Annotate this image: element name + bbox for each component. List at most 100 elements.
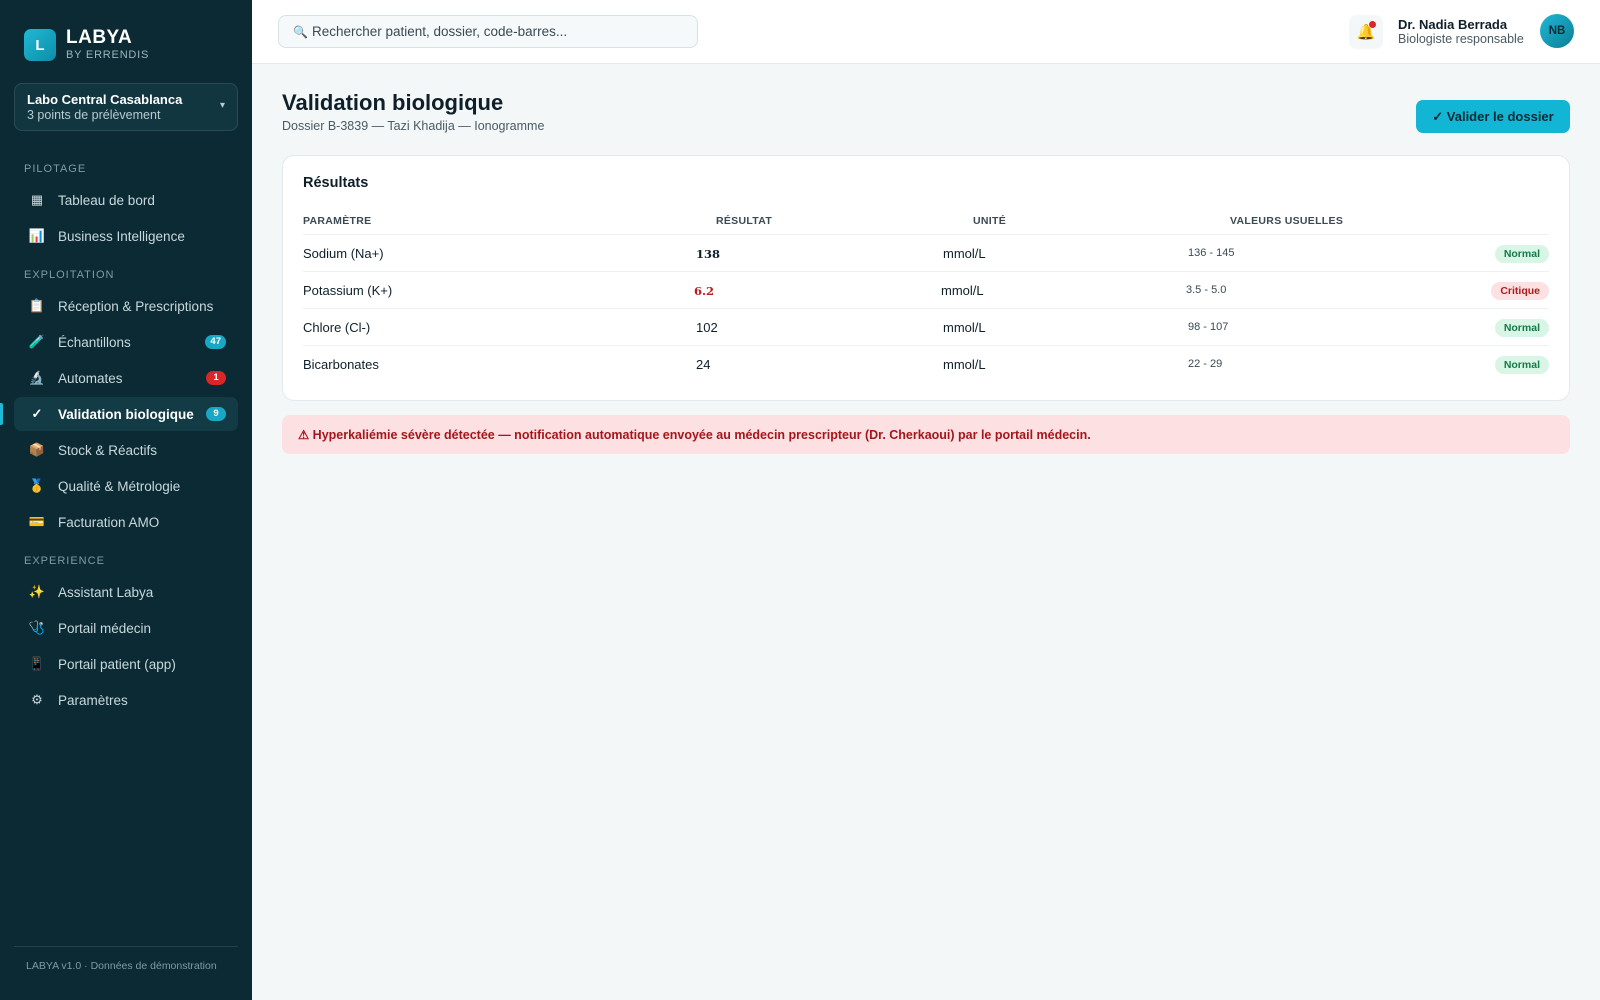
box-icon: 📦 — [28, 442, 46, 457]
user-info[interactable]: Dr. Nadia Berrada Biologiste responsable — [1398, 17, 1524, 47]
sidebar-item-label: Portail patient (app) — [58, 656, 176, 672]
result-cell: 24 — [696, 357, 711, 372]
lab-name: Labo Central Casablanca — [27, 92, 183, 107]
sidebar-item-validation-biologique[interactable]: ✓ Validation biologique 9 — [14, 397, 238, 431]
results-card: Résultats PARAMÈTRE RÉSULTAT UNITÉ VALEU… — [282, 155, 1570, 401]
grid-icon: ▦ — [30, 192, 44, 207]
logo-icon: L — [24, 29, 56, 61]
sidebar-item-echantillons[interactable]: 🧪 Échantillons 47 — [14, 325, 238, 359]
chevron-down-icon: ▾ — [219, 100, 225, 111]
unit-cell: mmol/L — [941, 283, 984, 298]
phone-icon: 📱 — [28, 656, 46, 671]
unit-cell: mmol/L — [943, 246, 986, 261]
microscope-icon: 🔬 — [28, 370, 46, 385]
ref-cell: 3.5 - 5.0 — [1186, 284, 1227, 296]
sidebar-footer: LABYA v1.0 · Données de démonstration — [26, 960, 217, 972]
section-experience: EXPERIENCE — [24, 555, 105, 567]
table-row[interactable]: Bicarbonates 24 mmol/L 22 - 29 Normal — [303, 345, 1549, 382]
sidebar-item-portail-patient[interactable]: 📱 Portail patient (app) — [14, 647, 238, 681]
user-name: Dr. Nadia Berrada — [1398, 17, 1508, 32]
param-cell: Bicarbonates — [303, 357, 379, 372]
results-title: Résultats — [303, 175, 369, 191]
active-indicator — [0, 403, 3, 425]
sidebar-item-label: Qualité & Métrologie — [58, 478, 181, 494]
topbar: 🔍 Rechercher patient, dossier, code-barr… — [252, 0, 1600, 64]
sidebar-item-label: Business Intelligence — [58, 228, 185, 244]
sidebar-item-business-intelligence[interactable]: 📊 Business Intelligence — [14, 219, 238, 253]
hyperkalemia-alert: ⚠ Hyperkaliémie sévère détectée — notifi… — [282, 415, 1570, 454]
sidebar-item-label: Portail médecin — [58, 620, 152, 636]
brand-subtitle: BY ERRENDIS — [66, 49, 150, 61]
ref-cell: 22 - 29 — [1188, 358, 1223, 370]
sidebar-item-reception[interactable]: 📋 Réception & Prescriptions — [14, 289, 238, 323]
count-badge: 47 — [205, 335, 226, 349]
ref-cell: 98 - 107 — [1188, 321, 1229, 333]
header-unite: UNITÉ — [973, 215, 1006, 227]
check-icon: ✓ — [31, 406, 43, 421]
gear-icon: ⚙ — [31, 692, 43, 707]
lab-selector[interactable]: Labo Central Casablanca 3 points de prél… — [14, 83, 238, 131]
sparkles-icon: ✨ — [28, 584, 46, 599]
sidebar-item-qualite[interactable]: 🥇 Qualité & Métrologie — [14, 469, 238, 503]
sidebar-item-label: Paramètres — [58, 692, 128, 708]
sidebar-item-facturation[interactable]: 💳 Facturation AMO — [14, 505, 238, 539]
status-badge: Normal — [1494, 319, 1549, 337]
chart-icon: 📊 — [28, 228, 46, 243]
sidebar-item-label: Validation biologique — [58, 406, 194, 422]
sidebar-item-automates[interactable]: 🔬 Automates 1 — [14, 361, 238, 395]
sidebar-item-label: Tableau de bord — [58, 192, 155, 208]
status-badge: Critique — [1491, 282, 1549, 300]
sidebar: L LABYA BY ERRENDIS Labo Central Casabla… — [0, 0, 252, 1000]
search-icon: 🔍 — [293, 24, 308, 39]
notification-dot — [1369, 21, 1376, 28]
medal-icon: 🥇 — [28, 478, 46, 493]
unit-cell: mmol/L — [943, 357, 986, 372]
table-row[interactable]: Sodium (Na+) 138 mmol/L 136 - 145 Normal — [303, 234, 1549, 271]
sidebar-divider — [14, 946, 238, 947]
search-placeholder: Rechercher patient, dossier, code-barres… — [311, 24, 568, 39]
result-cell: 6.2 — [694, 284, 715, 298]
card-icon: 💳 — [28, 514, 46, 529]
test-tube-icon: 🧪 — [28, 334, 46, 349]
param-cell: Sodium (Na+) — [303, 246, 384, 261]
status-badge: Normal — [1494, 245, 1549, 263]
sidebar-item-label: Réception & Prescriptions — [58, 298, 214, 314]
ref-cell: 136 - 145 — [1188, 247, 1235, 259]
result-cell: 102 — [696, 320, 718, 335]
section-pilotage: PILOTAGE — [24, 163, 87, 175]
notifications-button[interactable]: 🔔 — [1349, 15, 1383, 49]
lab-subtitle: 3 points de prélèvement — [27, 108, 161, 122]
sidebar-item-label: Assistant Labya — [58, 584, 154, 600]
header-parametre: PARAMÈTRE — [303, 215, 372, 227]
avatar[interactable]: NB — [1540, 14, 1574, 48]
table-row[interactable]: Potassium (K+) 6.2 mmol/L 3.5 - 5.0 Crit… — [303, 271, 1549, 308]
page-subtitle: Dossier B-3839 — Tazi Khadija — Ionogram… — [282, 119, 545, 133]
sidebar-item-label: Échantillons — [58, 334, 131, 350]
header-valeurs-usuelles: VALEURS USUELLES — [1230, 215, 1344, 227]
sidebar-item-stock[interactable]: 📦 Stock & Réactifs — [14, 433, 238, 467]
section-exploitation: EXPLOITATION — [24, 269, 115, 281]
header-resultat: RÉSULTAT — [716, 215, 773, 227]
table-row[interactable]: Chlore (Cl-) 102 mmol/L 98 - 107 Normal — [303, 308, 1549, 345]
brand-name: LABYA — [66, 27, 133, 48]
alert-badge: 1 — [206, 371, 226, 385]
count-badge: 9 — [206, 407, 226, 421]
page-title: Validation biologique — [282, 90, 504, 115]
validate-dossier-button[interactable]: ✓ Valider le dossier — [1416, 100, 1570, 133]
sidebar-item-tableau-de-bord[interactable]: ▦ Tableau de bord — [14, 183, 238, 217]
clipboard-icon: 📋 — [28, 298, 46, 313]
sidebar-item-assistant[interactable]: ✨ Assistant Labya — [14, 575, 238, 609]
sidebar-item-label: Automates — [58, 370, 123, 386]
result-cell: 138 — [696, 247, 721, 261]
sidebar-item-parametres[interactable]: ⚙ Paramètres — [14, 683, 238, 717]
stethoscope-icon: 🩺 — [28, 620, 46, 635]
status-badge: Normal — [1494, 356, 1549, 374]
unit-cell: mmol/L — [943, 320, 986, 335]
sidebar-item-portail-medecin[interactable]: 🩺 Portail médecin — [14, 611, 238, 645]
sidebar-item-label: Stock & Réactifs — [58, 442, 158, 458]
param-cell: Chlore (Cl-) — [303, 320, 371, 335]
search-input[interactable]: 🔍 Rechercher patient, dossier, code-barr… — [278, 15, 698, 48]
brand[interactable]: L LABYA BY ERRENDIS — [24, 28, 149, 62]
param-cell: Potassium (K+) — [303, 283, 393, 298]
sidebar-item-label: Facturation AMO — [58, 514, 160, 530]
